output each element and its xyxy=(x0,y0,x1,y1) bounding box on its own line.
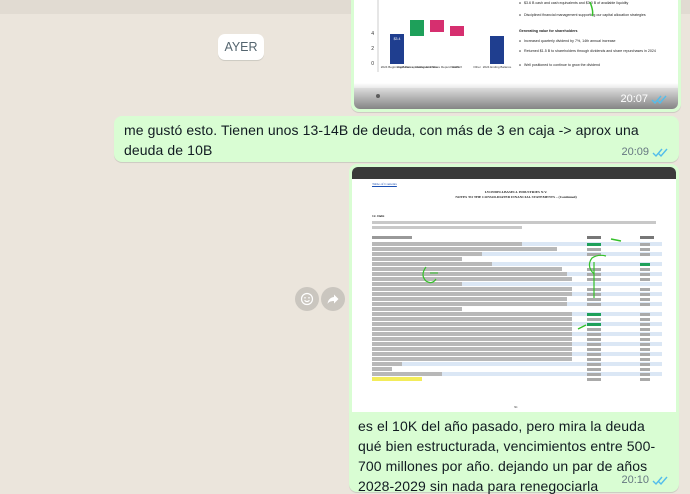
message-meta: 20:10 xyxy=(621,474,669,486)
image-time-gradient: 20:07 xyxy=(354,83,678,109)
svg-text:Other: Other xyxy=(473,65,481,69)
svg-text:0: 0 xyxy=(371,61,374,67)
pdf-viewer-toolbar xyxy=(352,167,676,179)
svg-text:Disciplined financial manageme: Disciplined financial management support… xyxy=(524,13,646,17)
read-ticks-icon xyxy=(651,95,667,104)
message-meta: 20:09 xyxy=(621,146,669,158)
svg-text:$3.6 B cash and cash equivalen: $3.6 B cash and cash equivalents and $3.… xyxy=(524,1,628,5)
handwritten-annotations xyxy=(422,238,622,330)
message-text: me gustó esto. Tienen unos 13-14B de deu… xyxy=(124,122,639,158)
svg-text:CAPEX: CAPEX xyxy=(452,65,462,69)
message-time: 20:09 xyxy=(621,146,649,158)
message-meta: 20:07 xyxy=(620,93,668,105)
svg-text:Generating value for sharehold: Generating value for shareholders xyxy=(519,29,578,33)
svg-text:2: 2 xyxy=(371,46,374,52)
svg-text:4: 4 xyxy=(371,31,374,37)
smiley-icon xyxy=(300,292,314,306)
message-time: 20:10 xyxy=(621,474,649,486)
read-ticks-icon xyxy=(652,476,668,485)
image-message-slide[interactable]: 4 2 0 $3.4 2024 Beginning Balance Cash f… xyxy=(351,0,681,112)
forward-icon xyxy=(327,294,339,304)
text-message[interactable]: me gustó esto. Tienen unos 13-14B de deu… xyxy=(114,116,679,162)
message-time: 20:07 xyxy=(620,93,648,105)
chat-background: 4 2 0 $3.4 2024 Beginning Balance Cash f… xyxy=(0,0,690,494)
svg-text:Returned $1.5 B to shareholder: Returned $1.5 B to shareholders through … xyxy=(524,49,656,53)
image-message-10k[interactable]: Table of Contents LYONDELLBASELL INDUSTR… xyxy=(349,164,679,412)
slide-image[interactable]: 4 2 0 $3.4 2024 Beginning Balance Cash f… xyxy=(354,0,678,109)
doc-page: Table of Contents LYONDELLBASELL INDUSTR… xyxy=(366,179,666,412)
read-ticks-icon xyxy=(652,148,668,157)
image-caption: es el 10K del año pasado, pero mira la d… xyxy=(358,418,656,494)
doc-image[interactable]: Table of Contents LYONDELLBASELL INDUSTR… xyxy=(352,167,676,412)
date-separator: AYER xyxy=(218,34,264,60)
forward-button[interactable] xyxy=(321,287,345,311)
svg-text:$3.4: $3.4 xyxy=(394,37,401,41)
svg-text:Well positioned to continue to: Well positioned to continue to grow the … xyxy=(524,63,600,67)
svg-text:2024 Ending Balance: 2024 Ending Balance xyxy=(483,65,512,69)
react-button[interactable] xyxy=(295,287,319,311)
svg-text:Increased quarterly dividend b: Increased quarterly dividend by 7%, 14th… xyxy=(524,39,616,43)
image-caption-bubble[interactable]: es el 10K del año pasado, pero mira la d… xyxy=(349,412,679,494)
